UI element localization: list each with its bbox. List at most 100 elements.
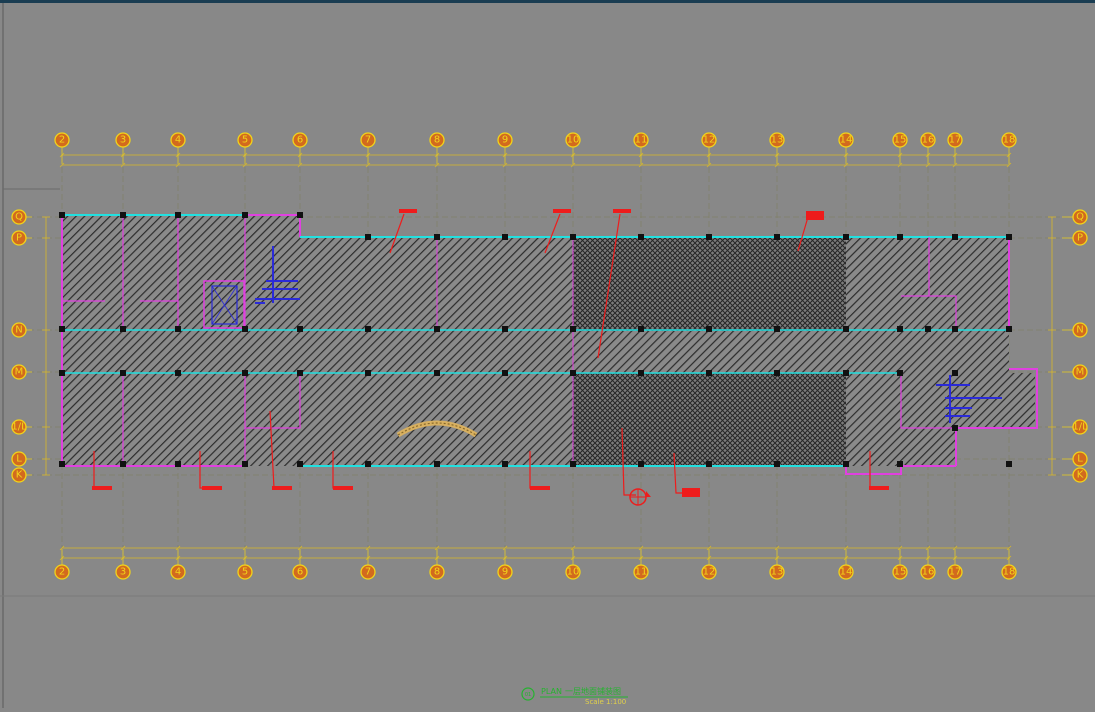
grid-bubble-9-bottom: 9	[497, 549, 513, 580]
grid-bubble-label: 8	[434, 567, 440, 578]
grid-bubble-label: 1/L	[1072, 422, 1088, 433]
grid-bubble-label: K	[16, 470, 23, 481]
corridor	[62, 331, 1009, 373]
grid-bubble-label: P	[1077, 233, 1083, 244]
grid-bubble-label: Q	[1076, 212, 1084, 223]
grid-bubble-label: P	[16, 233, 22, 244]
drawing-scale: Scale 1:100	[585, 698, 626, 706]
grid-bubble-label: 10	[567, 567, 580, 578]
column	[570, 370, 576, 376]
grid-bubble-label: N	[15, 325, 22, 336]
grid-bubble-14-top: 14	[838, 132, 854, 164]
grid-bubble-1-L-right: 1/L	[1062, 419, 1088, 435]
floor-area-south-east	[846, 373, 901, 466]
grid-bubble-12-bottom: 12	[701, 549, 717, 580]
column	[843, 461, 849, 467]
column	[706, 461, 712, 467]
grid-bubble-label: M	[15, 367, 24, 378]
column	[952, 234, 958, 240]
column	[897, 370, 903, 376]
grid-bubble-11-bottom: 11	[633, 549, 649, 580]
column	[297, 326, 303, 332]
grid-bubble-L-left: L	[11, 451, 32, 467]
column	[434, 370, 440, 376]
grid-bubble-13-top: 13	[769, 132, 785, 164]
grid-bubble-8-top: 8	[429, 132, 445, 164]
column	[925, 326, 931, 332]
grid-bubble-label: 6	[297, 135, 303, 146]
column	[952, 326, 958, 332]
grid-bubble-Q-left: Q	[11, 209, 32, 225]
column	[638, 370, 644, 376]
grid-bubble-16-top: 16	[920, 132, 936, 164]
grid-bubble-label: 18	[1003, 567, 1016, 578]
grid-bubble-10-bottom: 10	[565, 549, 581, 580]
grid-bubble-15-bottom: 15	[892, 549, 908, 580]
column	[59, 212, 65, 218]
floor-area-west-top	[62, 215, 300, 331]
grid-bubble-K-right: K	[1062, 467, 1088, 483]
column	[706, 326, 712, 332]
column	[242, 370, 248, 376]
column	[502, 326, 508, 332]
grid-bubble-3-bottom: 3	[115, 549, 131, 580]
grid-bubble-label: 4	[175, 135, 181, 146]
grid-bubble-4-top: 4	[170, 132, 186, 164]
grid-bubble-label: 7	[365, 135, 371, 146]
column	[952, 370, 958, 376]
column	[59, 370, 65, 376]
floor-area-east-lower	[901, 428, 956, 466]
grid-bubble-label: 13	[771, 567, 784, 578]
grid-bubble-7-top: 7	[360, 132, 376, 164]
floor-area-south-tile	[573, 373, 846, 466]
grid-bubble-label: 16	[922, 567, 935, 578]
title-symbol-text: 01	[525, 692, 531, 698]
column	[774, 234, 780, 240]
floor-area-south-west	[62, 373, 573, 466]
grid-bubble-label: 14	[840, 567, 853, 578]
grid-bubble-5-bottom: 5	[237, 549, 253, 580]
grid-bubble-label: 10	[567, 135, 580, 146]
section-marker	[629, 488, 651, 506]
grid-bubble-label: 5	[242, 135, 248, 146]
grid-bubble-label: 11	[635, 135, 648, 146]
column	[365, 461, 371, 467]
drawing-title-block: 01 PLAN 一层地面铺装图 Scale 1:100	[521, 686, 628, 706]
grid-bubble-5-top: 5	[237, 132, 253, 164]
grid-bubble-label: 11	[635, 567, 648, 578]
grid-bubble-label: M	[1076, 367, 1085, 378]
grid-bubble-label: L	[16, 454, 22, 465]
column	[434, 234, 440, 240]
column	[365, 370, 371, 376]
column	[59, 461, 65, 467]
grid-bubble-label: 16	[922, 135, 935, 146]
grid-bubble-11-top: 11	[633, 132, 649, 164]
column	[175, 212, 181, 218]
column	[1006, 234, 1012, 240]
column	[242, 326, 248, 332]
floor-plan-drawing: 2 2 3 3 4 4 5 5 6 6 7 7 8 8 9 9 10 10 11 11 12 12 13 13 14 14 15 15…	[0, 3, 1095, 708]
grid-bubble-label: 15	[894, 567, 907, 578]
column	[175, 461, 181, 467]
column	[706, 370, 712, 376]
grid-bubble-label: 12	[703, 135, 716, 146]
column	[638, 326, 644, 332]
grid-bubble-17-top: 17	[947, 132, 963, 164]
floor-area-north-east	[846, 237, 1009, 331]
grid-bubble-2-bottom: 2	[54, 549, 70, 580]
grid-bubble-16-bottom: 16	[920, 549, 936, 580]
grid-bubble-label: 15	[894, 135, 907, 146]
grid-bubble-label: Q	[15, 212, 23, 223]
grid-bubble-label: 9	[502, 567, 508, 578]
column	[365, 326, 371, 332]
grid-bubble-label: 1/L	[11, 422, 27, 433]
grid-bubble-label: 17	[949, 135, 962, 146]
column	[297, 212, 303, 218]
title-prefix: PLAN	[541, 687, 562, 696]
grid-bubble-18-bottom: 18	[1001, 549, 1017, 580]
grid-bubble-7-bottom: 7	[360, 549, 376, 580]
grid-bubble-9-top: 9	[497, 132, 513, 164]
column	[242, 461, 248, 467]
grid-bubble-label: N	[1076, 325, 1083, 336]
grid-bubble-label: 9	[502, 135, 508, 146]
